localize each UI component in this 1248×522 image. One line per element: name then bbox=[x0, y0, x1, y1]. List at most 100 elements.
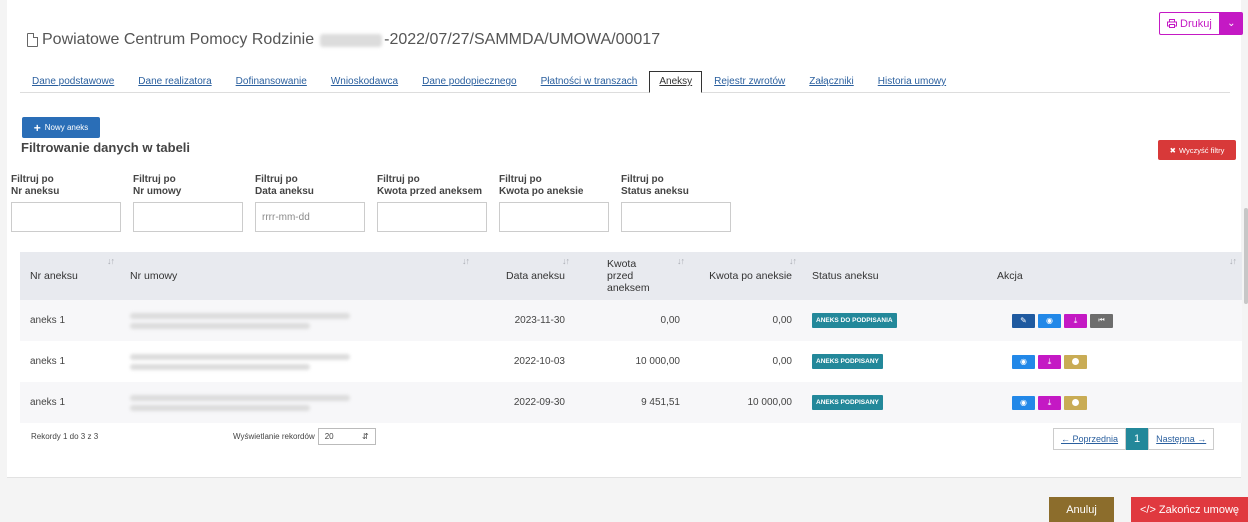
title-suffix: -2022/07/27/SAMMDA/UMOWA/00017 bbox=[384, 31, 661, 48]
eye-icon: ◉ bbox=[1020, 398, 1027, 407]
finish-contract-button[interactable]: </> Zakończ umowę bbox=[1131, 497, 1248, 522]
cell-actions: ◉ ⤓ bbox=[987, 382, 1242, 423]
view-button[interactable]: ◉ bbox=[1012, 354, 1035, 369]
cell-before: 9 451,51 bbox=[575, 382, 690, 423]
redacted-city bbox=[320, 33, 383, 47]
cell-date: 2022-10-03 bbox=[475, 341, 575, 382]
filter-kwota-po-input[interactable] bbox=[499, 202, 609, 232]
sort-arrows-icon: ⇵ bbox=[362, 432, 369, 441]
first-button[interactable]: ⏮ bbox=[1090, 313, 1113, 328]
tab-zalaczniki[interactable]: Załączniki bbox=[797, 76, 865, 92]
cell-before: 10 000,00 bbox=[575, 341, 690, 382]
col-nr-aneksu[interactable]: Nr aneksu ↓↑ bbox=[20, 252, 120, 300]
sort-icon: ↓↑ bbox=[789, 256, 797, 266]
cell-date: 2023-11-30 bbox=[475, 300, 575, 341]
status-dot-button[interactable] bbox=[1064, 354, 1087, 369]
view-button[interactable]: ◉ bbox=[1038, 313, 1061, 328]
cell-actions: ◉ ⤓ bbox=[987, 341, 1242, 382]
current-page[interactable]: 1 bbox=[1126, 428, 1149, 450]
clear-filters-label: Wyczyść filtry bbox=[1178, 145, 1225, 155]
filter-status-input[interactable] bbox=[621, 202, 731, 232]
records-info: Rekordy 1 do 3 z 3 bbox=[31, 432, 99, 441]
filter-nr-umowy: Filtruj po Nr umowy bbox=[133, 174, 243, 232]
table-row: aneks 1 2022-10-03 10 000,00 0,00 ANEKS … bbox=[20, 341, 1242, 382]
cell-status: ANEKS PODPISANY bbox=[802, 341, 987, 382]
title-prefix: Powiatowe Centrum Pomocy Rodzinie bbox=[42, 31, 315, 48]
printer-icon bbox=[1167, 19, 1177, 28]
cell-nr-aneksu: aneks 1 bbox=[20, 300, 120, 341]
tab-dane-realizatora[interactable]: Dane realizatora bbox=[126, 76, 223, 92]
status-badge: ANEKS PODPISANY bbox=[812, 395, 883, 410]
scrollbar[interactable] bbox=[1244, 208, 1248, 304]
filter-data-aneksu: Filtruj po Data aneksu bbox=[255, 174, 365, 232]
sort-icon: ↓↑ bbox=[462, 256, 470, 266]
prev-page-link[interactable]: ← Poprzednia bbox=[1053, 428, 1127, 450]
edit-button[interactable]: ✎ bbox=[1012, 313, 1035, 328]
tab-rejestr-zwrotow[interactable]: Rejestr zwrotów bbox=[702, 76, 797, 92]
tab-aneksy[interactable]: Aneksy bbox=[649, 71, 703, 93]
filter-data-aneksu-input[interactable] bbox=[255, 202, 365, 232]
cell-before: 0,00 bbox=[575, 300, 690, 341]
filter-status: Filtruj po Status aneksu bbox=[621, 174, 731, 232]
status-dot-button[interactable] bbox=[1064, 395, 1087, 410]
sort-icon: ↓↑ bbox=[1229, 256, 1237, 266]
sort-icon: ↓↑ bbox=[677, 256, 685, 266]
cell-nr-aneksu: aneks 1 bbox=[20, 382, 120, 423]
filter-nr-aneksu-input[interactable] bbox=[11, 202, 121, 232]
print-label: Drukuj bbox=[1180, 17, 1212, 30]
col-nr-umowy[interactable]: Nr umowy ↓↑ bbox=[120, 252, 475, 300]
print-dropdown-toggle[interactable]: ⌄ bbox=[1219, 12, 1243, 35]
tab-dane-podstawowe[interactable]: Dane podstawowe bbox=[20, 76, 126, 92]
sort-icon: ↓↑ bbox=[562, 256, 570, 266]
print-group: Drukuj ⌄ bbox=[1159, 12, 1243, 35]
filter-nr-umowy-input[interactable] bbox=[133, 202, 243, 232]
cell-after: 10 000,00 bbox=[690, 382, 802, 423]
col-kwota-po[interactable]: Kwota po aneksie ↓↑ bbox=[690, 252, 802, 300]
pagination: ← Poprzednia 1 Następna → bbox=[1053, 428, 1215, 450]
col-status[interactable]: Status aneksu bbox=[802, 252, 987, 300]
next-page-link[interactable]: Następna → bbox=[1148, 428, 1215, 450]
tab-historia-umowy[interactable]: Historia umowy bbox=[866, 76, 958, 92]
page-size-control: Wyświetlanie rekordów 20 ⇵ bbox=[233, 428, 376, 445]
sort-icon: ↓↑ bbox=[107, 256, 115, 266]
filter-kwota-przed-input[interactable] bbox=[377, 202, 487, 232]
new-annex-button[interactable]: + Nowy aneks bbox=[22, 117, 100, 138]
pencil-icon: ✎ bbox=[1020, 316, 1027, 325]
cancel-button[interactable]: Anuluj bbox=[1049, 497, 1114, 522]
cell-date: 2022-09-30 bbox=[475, 382, 575, 423]
filter-heading: Filtrowanie danych w tabeli bbox=[21, 140, 191, 155]
cell-nr-umowy bbox=[120, 341, 475, 382]
col-kwota-przed[interactable]: Kwota przed aneksem ↓↑ bbox=[575, 252, 690, 300]
tab-dofinansowanie[interactable]: Dofinansowanie bbox=[224, 76, 319, 92]
download-icon: ⤓ bbox=[1047, 356, 1052, 366]
filter-label: Filtruj po Kwota przed aneksem bbox=[377, 174, 483, 197]
print-button[interactable]: Drukuj bbox=[1159, 12, 1220, 35]
status-badge: ANEKS DO PODPISANIA bbox=[812, 313, 897, 328]
tab-wnioskodawca[interactable]: Wnioskodawca bbox=[319, 76, 410, 92]
page-size-label: Wyświetlanie rekordów bbox=[233, 432, 315, 441]
filter-kwota-po: Filtruj po Kwota po aneksie bbox=[499, 174, 609, 232]
col-data-aneksu[interactable]: Data aneksu ↓↑ bbox=[475, 252, 575, 300]
circle-icon bbox=[1072, 358, 1079, 365]
table-row: aneks 1 2022-09-30 9 451,51 10 000,00 AN… bbox=[20, 382, 1242, 423]
filter-label: Filtruj po Kwota po aneksie bbox=[499, 174, 584, 197]
download-button[interactable]: ⤓ bbox=[1038, 395, 1061, 410]
cell-after: 0,00 bbox=[690, 300, 802, 341]
circle-icon bbox=[1072, 399, 1079, 406]
download-button[interactable]: ⤓ bbox=[1064, 313, 1087, 328]
eye-icon: ◉ bbox=[1046, 316, 1053, 325]
tab-dane-podopiecznego[interactable]: Dane podopiecznego bbox=[410, 76, 529, 92]
download-icon: ⤓ bbox=[1073, 315, 1078, 325]
tab-bar: Dane podstawowe Dane realizatora Dofinan… bbox=[20, 68, 1230, 93]
filter-label: Filtruj po Data aneksu bbox=[255, 174, 314, 197]
page-size-select[interactable]: 20 ⇵ bbox=[317, 428, 376, 445]
download-button[interactable]: ⤓ bbox=[1038, 354, 1061, 369]
tab-platnosci[interactable]: Płatności w transzach bbox=[529, 76, 650, 92]
table-header-row: Nr aneksu ↓↑ Nr umowy ↓↑ Data aneksu ↓↑ Kwo… bbox=[20, 252, 1242, 300]
cell-nr-umowy bbox=[120, 300, 475, 341]
filter-label: Filtruj po Nr umowy bbox=[133, 174, 182, 197]
view-button[interactable]: ◉ bbox=[1012, 395, 1035, 410]
clear-filters-button[interactable]: ✖ Wyczyść filtry bbox=[1158, 140, 1236, 160]
cell-status: ANEKS PODPISANY bbox=[802, 382, 987, 423]
col-akcja[interactable]: Akcja ↓↑ bbox=[987, 252, 1242, 300]
